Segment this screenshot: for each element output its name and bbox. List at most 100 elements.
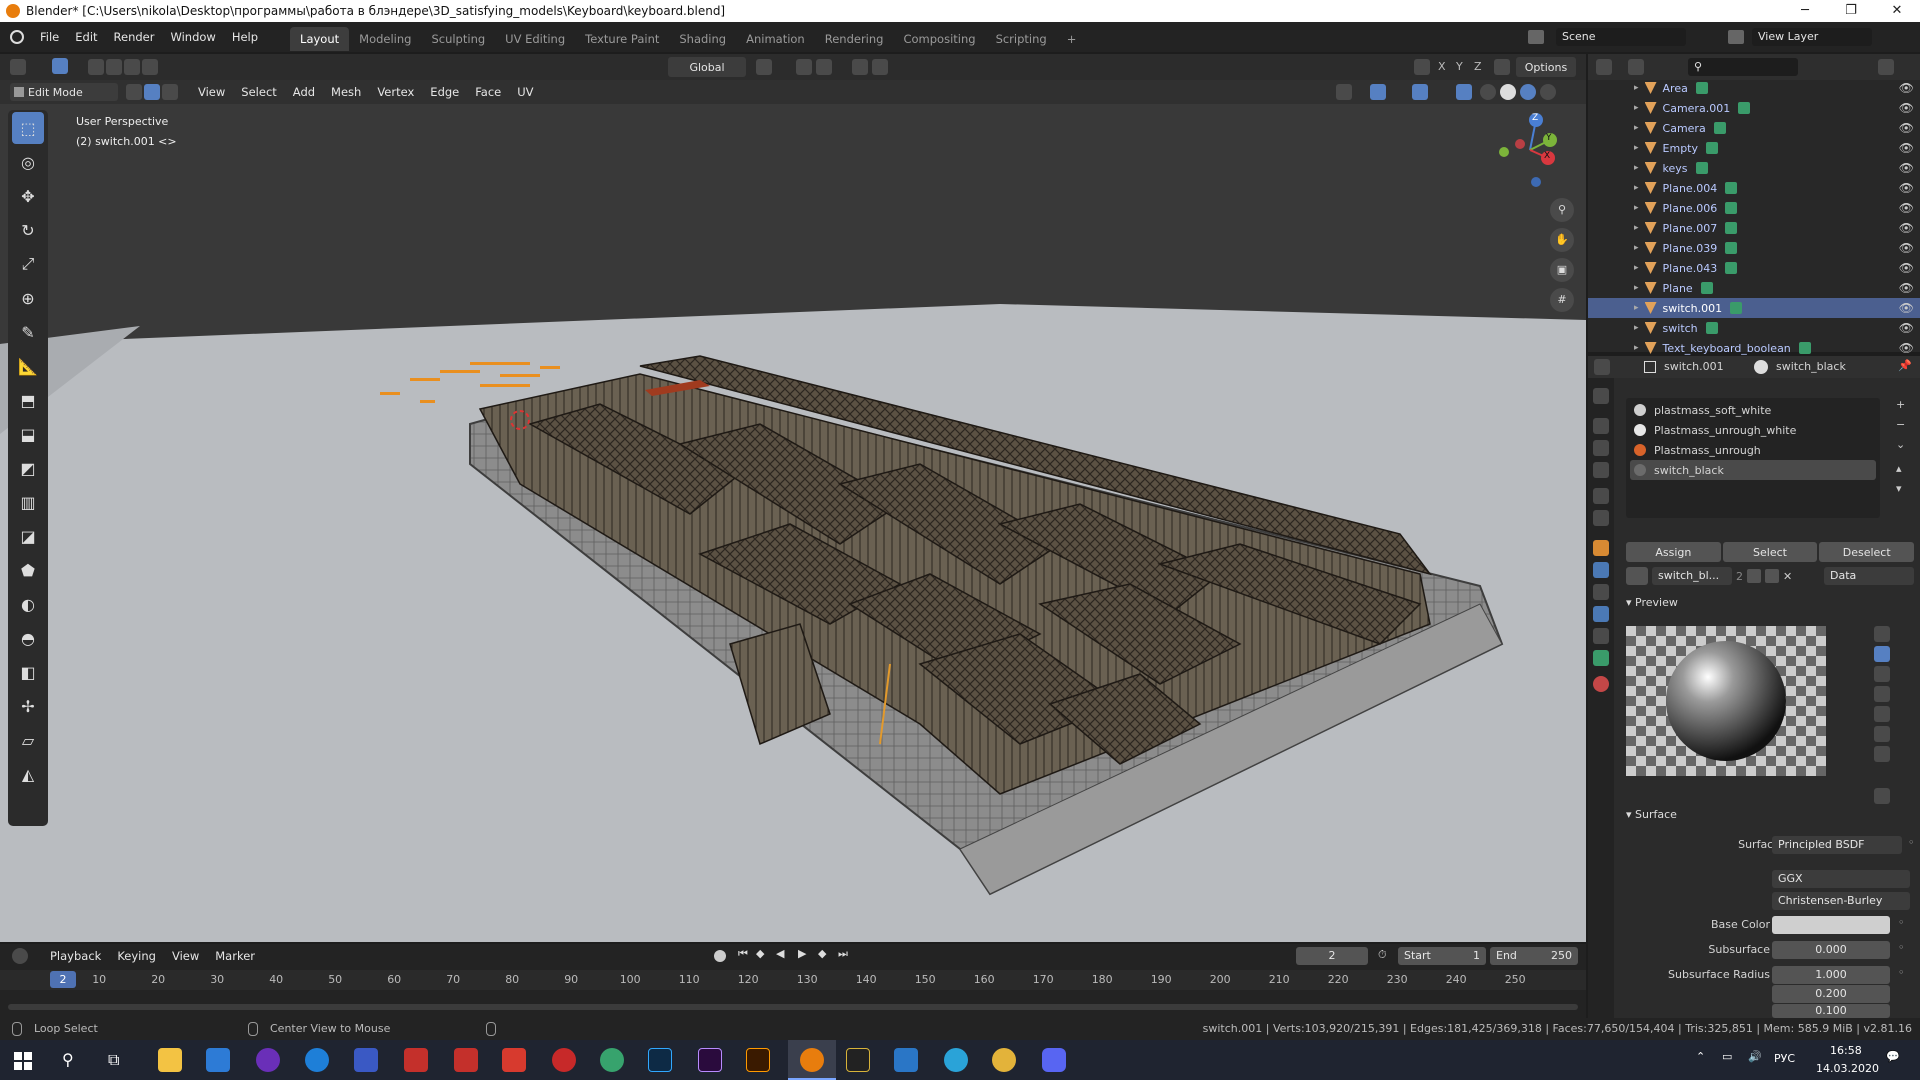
expand-arrow-icon[interactable]: ▸ — [1634, 243, 1639, 253]
tl-view-menu[interactable]: View — [164, 941, 207, 971]
tray-chevron-icon[interactable]: ⌃ — [1696, 1050, 1705, 1063]
visibility-eye-icon[interactable]: 👁 — [1899, 161, 1914, 175]
move-down-icon[interactable]: ▾ — [1896, 482, 1902, 495]
outliner-editor-icon[interactable] — [1596, 59, 1612, 75]
object-tab-icon[interactable] — [1593, 540, 1609, 556]
copy-material-icon[interactable] — [1765, 569, 1779, 583]
preview-cube-icon[interactable] — [1874, 666, 1890, 682]
vp-menu-select[interactable]: Select — [233, 77, 284, 107]
annotate-tool-icon[interactable]: ✎ — [12, 316, 44, 348]
mode-dropdown[interactable]: Edit Mode — [10, 83, 118, 101]
output-tab-icon[interactable] — [1593, 440, 1609, 456]
snap-icon[interactable] — [796, 59, 812, 75]
subsurface-link-icon[interactable]: ◦ — [1898, 941, 1905, 954]
snap-target-icon[interactable] — [816, 59, 832, 75]
shrink-fatten-tool-icon[interactable]: ✢ — [12, 690, 44, 722]
preview-monkey-icon[interactable] — [1874, 706, 1890, 722]
menu-file[interactable]: File — [32, 22, 67, 52]
expand-arrow-icon[interactable]: ▸ — [1634, 303, 1639, 313]
visibility-eye-icon[interactable]: 👁 — [1899, 181, 1914, 195]
auto-merge-icon[interactable] — [1494, 59, 1510, 75]
pivot-icon[interactable] — [756, 59, 772, 75]
view-layer-icon[interactable] — [1728, 30, 1744, 44]
outliner-item[interactable]: ▸ Camera 👁 — [1588, 118, 1920, 138]
app-red-3-icon[interactable] — [502, 1048, 526, 1072]
app-green-icon[interactable] — [600, 1048, 624, 1072]
move-tool-icon[interactable]: ✥ — [12, 180, 44, 212]
playhead[interactable]: 2 — [50, 971, 76, 988]
face-select-icon[interactable] — [162, 84, 178, 100]
edge-slide-tool-icon[interactable]: ◧ — [12, 656, 44, 688]
surface-panel-header[interactable]: ▾ Surface — [1626, 808, 1914, 828]
material-name-field[interactable]: switch_bl... — [1652, 567, 1732, 585]
menu-window[interactable]: Window — [162, 22, 223, 52]
menu-help[interactable]: Help — [224, 22, 266, 52]
visibility-eye-icon[interactable]: 👁 — [1899, 261, 1914, 275]
media-player-icon[interactable] — [894, 1048, 918, 1072]
windows-start-icon[interactable] — [14, 1052, 32, 1070]
timeline-editor-icon[interactable] — [12, 948, 28, 964]
bevel-tool-icon[interactable]: ◩ — [12, 452, 44, 484]
premiere-icon[interactable] — [698, 1048, 722, 1072]
subsurface-method-dropdown[interactable]: Christensen-Burley — [1772, 892, 1910, 910]
mode-subtract-icon[interactable] — [124, 59, 140, 75]
visibility-icon[interactable] — [1336, 84, 1352, 100]
prev-key-icon[interactable]: ◆ — [756, 947, 764, 960]
particles-tab-icon[interactable] — [1593, 584, 1609, 600]
spin-tool-icon[interactable]: ◐ — [12, 588, 44, 620]
surface-link-icon[interactable]: ◦ — [1908, 836, 1915, 849]
visibility-eye-icon[interactable]: 👁 — [1899, 121, 1914, 135]
expand-arrow-icon[interactable]: ▸ — [1634, 163, 1639, 173]
podcast-app-icon[interactable] — [256, 1048, 280, 1072]
outliner-item[interactable]: ▸ Plane.007 👁 — [1588, 218, 1920, 238]
outliner-item[interactable]: ▸ switch 👁 — [1588, 318, 1920, 338]
close-icon[interactable]: ✕ — [1874, 0, 1920, 22]
material-tab-icon[interactable] — [1593, 676, 1609, 692]
orientation-dropdown[interactable]: Global — [668, 57, 746, 77]
record-icon[interactable] — [714, 950, 726, 962]
preview-flat-icon[interactable] — [1874, 626, 1890, 642]
network-icon[interactable]: ▭ — [1722, 1050, 1732, 1063]
expand-arrow-icon[interactable]: ▸ — [1634, 143, 1639, 153]
preview-hair-icon[interactable] — [1874, 686, 1890, 702]
mode-extend-icon[interactable] — [106, 59, 122, 75]
subsurface-field[interactable]: 0.000 — [1772, 941, 1890, 959]
tab-texture-paint[interactable]: Texture Paint — [575, 27, 669, 51]
outliner-item[interactable]: ▸ Empty 👁 — [1588, 138, 1920, 158]
visibility-eye-icon[interactable]: 👁 — [1899, 201, 1914, 215]
mode-intersect-icon[interactable] — [142, 59, 158, 75]
view-layer-field[interactable]: View Layer — [1752, 28, 1872, 46]
wireframe-shading-icon[interactable] — [1480, 84, 1496, 100]
scene-field[interactable]: Scene — [1556, 28, 1686, 46]
axis-z-toggle[interactable]: Z — [1474, 60, 1482, 73]
preview-cloth-icon[interactable] — [1874, 726, 1890, 742]
extrude-tool-icon[interactable]: ⬒ — [12, 384, 44, 416]
visibility-eye-icon[interactable]: 👁 — [1899, 81, 1914, 95]
tab-compositing[interactable]: Compositing — [893, 27, 985, 51]
constraints-tab-icon[interactable] — [1593, 628, 1609, 644]
outliner-item[interactable]: ▸ Plane.043 👁 — [1588, 258, 1920, 278]
props-editor-icon[interactable] — [1594, 359, 1610, 375]
current-frame-field[interactable]: 2 — [1296, 947, 1368, 965]
notifications-icon[interactable]: 💬 — [1886, 1050, 1900, 1063]
material-slot[interactable]: Plastmass_unrough_white — [1630, 420, 1876, 440]
assign-button[interactable]: Assign — [1626, 542, 1721, 562]
rip-tool-icon[interactable]: ◭ — [12, 758, 44, 790]
falloff-icon[interactable] — [872, 59, 888, 75]
marker-menu[interactable]: Marker — [207, 941, 263, 971]
clock-time[interactable]: 16:58 — [1830, 1044, 1862, 1057]
tab-shading[interactable]: Shading — [669, 27, 736, 51]
mail-icon[interactable] — [206, 1048, 230, 1072]
modifier-tab-icon[interactable] — [1593, 562, 1609, 578]
select-tool-icon[interactable]: ⬚ — [12, 112, 44, 144]
blender-taskbar-icon[interactable] — [800, 1048, 824, 1072]
keying-menu[interactable]: Keying — [109, 941, 164, 971]
volume-icon[interactable]: 🔊 — [1748, 1050, 1762, 1063]
pan-hand-icon[interactable]: ✋ — [1550, 228, 1574, 252]
add-slot-icon[interactable]: + — [1896, 398, 1905, 411]
remove-slot-icon[interactable]: − — [1896, 418, 1905, 431]
navigation-gizmo[interactable]: Z Y X — [1490, 110, 1570, 190]
subsurface-radius-link-icon[interactable]: ◦ — [1898, 966, 1905, 979]
expand-arrow-icon[interactable]: ▸ — [1634, 103, 1639, 113]
ortho-grid-icon[interactable]: # — [1550, 288, 1574, 312]
